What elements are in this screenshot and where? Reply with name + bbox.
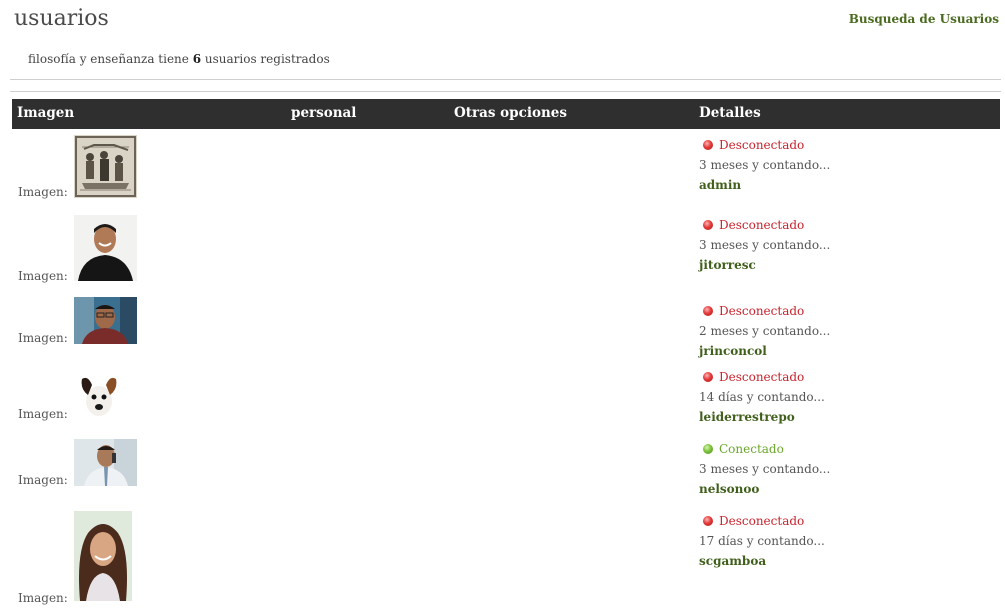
last-seen: 3 meses y contando... — [699, 158, 831, 172]
status-text: Desconectado — [719, 304, 805, 318]
image-label: Imagen: — [18, 473, 68, 487]
user-details: Desconectado 17 días y contando... scgam… — [699, 511, 825, 571]
dog-photo[interactable] — [74, 371, 124, 421]
last-seen: 3 meses y contando... — [699, 462, 831, 476]
status: Desconectado — [699, 511, 825, 531]
status: Desconectado — [699, 301, 830, 321]
user-details: Desconectado 3 meses y contando... jitor… — [699, 215, 830, 275]
status-text: Desconectado — [719, 514, 805, 528]
divider — [10, 79, 1001, 80]
user-details: Conectado 3 meses y contando... nelsonoo — [699, 439, 830, 499]
table-row: Imagen: Desconectado 17 días y contando.… — [12, 509, 1000, 609]
online-status-icon — [703, 444, 713, 454]
man-smiling-photo[interactable] — [74, 215, 137, 281]
summary-count: 6 — [192, 52, 202, 66]
offline-status-icon — [703, 516, 713, 526]
username-link[interactable]: jrinconcol — [699, 341, 830, 361]
page-title: usuarios — [14, 6, 109, 31]
image-label: Imagen: — [18, 407, 68, 421]
user-search-link[interactable]: Busqueda de Usuarios — [849, 12, 999, 26]
column-header-otras-opciones: Otras opciones — [454, 105, 567, 121]
status-text: Conectado — [719, 442, 784, 456]
status-text: Desconectado — [719, 370, 805, 384]
username-link[interactable]: nelsonoo — [699, 479, 830, 499]
status-text: Desconectado — [719, 218, 805, 232]
column-header-personal: personal — [291, 105, 357, 121]
summary-suffix: usuarios registrados — [204, 52, 330, 66]
user-details: Desconectado 2 meses y contando... jrinc… — [699, 301, 830, 361]
image-label: Imagen: — [18, 591, 68, 605]
image-label: Imagen: — [18, 331, 68, 345]
table-row: Imagen: Desconectado 3 meses y contando.… — [12, 133, 1000, 203]
man-phone-photo[interactable] — [74, 439, 137, 486]
divider — [10, 91, 1001, 92]
user-details: Desconectado 3 meses y contando... admin — [699, 135, 830, 195]
users-summary: filosofía y enseñanza tiene 6 usuarios r… — [28, 52, 330, 66]
table-row: Imagen: Conectado 3 meses y contando... … — [12, 437, 1000, 496]
status: Conectado — [699, 439, 830, 459]
offline-status-icon — [703, 372, 713, 382]
column-header-imagen: Imagen — [17, 105, 75, 121]
status-text: Desconectado — [719, 138, 805, 152]
engraving-icon[interactable] — [74, 135, 137, 198]
image-label: Imagen: — [18, 185, 68, 199]
username-link[interactable]: scgamboa — [699, 551, 825, 571]
offline-status-icon — [703, 220, 713, 230]
last-seen: 14 días y contando... — [699, 390, 825, 404]
woman-smiling-photo[interactable] — [74, 511, 132, 601]
username-link[interactable]: leiderrestrepo — [699, 407, 825, 427]
users-page: usuarios Busqueda de Usuarios filosofía … — [0, 0, 1005, 616]
last-seen: 2 meses y contando... — [699, 324, 831, 338]
last-seen: 3 meses y contando... — [699, 238, 831, 252]
status: Desconectado — [699, 215, 830, 235]
column-header-detalles: Detalles — [699, 105, 761, 121]
table-row: Imagen: Desconectado 2 meses y contando.… — [12, 295, 1000, 358]
table-row: Imagen: Desconectado 14 días y contando.… — [12, 367, 1000, 427]
last-seen: 17 días y contando... — [699, 534, 825, 548]
offline-status-icon — [703, 140, 713, 150]
table-row: Imagen: Desconectado 3 meses y contando.… — [12, 213, 1000, 285]
users-table-header: Imagen personal Otras opciones Detalles — [12, 99, 1000, 129]
image-label: Imagen: — [18, 269, 68, 283]
offline-status-icon — [703, 306, 713, 316]
man-glasses-photo[interactable] — [74, 297, 137, 344]
user-details: Desconectado 14 días y contando... leide… — [699, 367, 825, 427]
summary-prefix: filosofía y enseñanza tiene — [28, 52, 189, 66]
username-link[interactable]: jitorresc — [699, 255, 830, 275]
username-link[interactable]: admin — [699, 175, 830, 195]
status: Desconectado — [699, 135, 830, 155]
status: Desconectado — [699, 367, 825, 387]
